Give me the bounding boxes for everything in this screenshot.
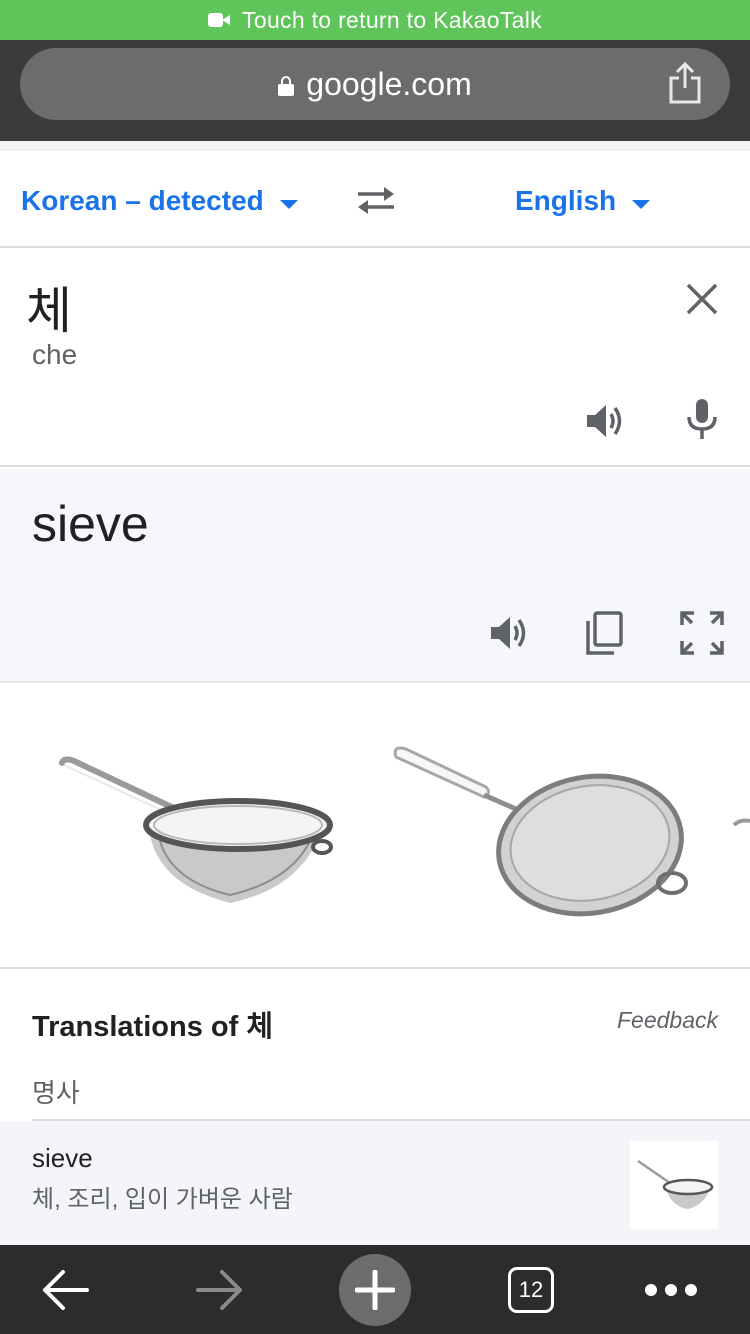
speaker-icon[interactable] bbox=[582, 397, 630, 445]
copy-icon[interactable] bbox=[582, 609, 630, 657]
sieve-image-2[interactable] bbox=[380, 685, 710, 969]
target-language-label: English bbox=[515, 185, 617, 216]
more-menu-button[interactable] bbox=[626, 1245, 716, 1334]
source-text[interactable]: 체 bbox=[26, 271, 72, 343]
image-results-strip bbox=[0, 685, 750, 969]
tabs-button[interactable]: 12 bbox=[486, 1245, 576, 1334]
transliteration: che bbox=[32, 339, 78, 370]
tab-count: 12 bbox=[508, 1266, 554, 1313]
divider-strip bbox=[0, 141, 750, 151]
translation-entry[interactable]: sieve 체, 조리, 입이 가벼운 사람 bbox=[0, 1121, 750, 1245]
swap-arrows-icon[interactable] bbox=[354, 181, 398, 219]
fullscreen-icon[interactable] bbox=[678, 609, 726, 657]
new-tab-button[interactable] bbox=[330, 1245, 420, 1334]
microphone-icon[interactable] bbox=[678, 395, 726, 443]
back-arrow-icon bbox=[43, 1269, 89, 1310]
source-language-select[interactable]: Korean – detected bbox=[21, 185, 298, 217]
url-text: google.com bbox=[306, 65, 472, 102]
translation-synonyms: 체, 조리, 입이 가벼운 사람 bbox=[32, 1186, 293, 1213]
browser-address-area: google.com bbox=[0, 40, 750, 141]
video-camera-icon bbox=[208, 13, 231, 27]
source-input-area[interactable]: 체 che bbox=[0, 249, 750, 467]
forward-button[interactable] bbox=[175, 1245, 265, 1334]
translations-title: Translations of 체 bbox=[32, 1011, 273, 1043]
browser-toolbar: 12 bbox=[0, 1245, 750, 1334]
language-selector-bar: Korean – detected English bbox=[0, 151, 750, 248]
translation-output-area: sieve bbox=[0, 469, 750, 683]
close-icon[interactable] bbox=[678, 275, 726, 323]
speaker-icon[interactable] bbox=[486, 609, 534, 657]
return-to-kakaotalk-banner[interactable]: Touch to return to KakaoTalk bbox=[0, 0, 750, 40]
sieve-image-3-partial[interactable] bbox=[720, 685, 750, 969]
plus-icon bbox=[355, 1269, 395, 1310]
translated-text[interactable]: sieve bbox=[32, 495, 149, 553]
sieve-image-1[interactable] bbox=[40, 685, 370, 969]
lock-icon bbox=[278, 76, 295, 96]
translation-word: sieve bbox=[32, 1143, 93, 1173]
feedback-link[interactable]: Feedback bbox=[617, 1007, 718, 1034]
part-of-speech-label: 명사 bbox=[32, 1078, 80, 1108]
address-bar[interactable]: google.com bbox=[20, 48, 730, 120]
banner-text: Touch to return to KakaoTalk bbox=[242, 6, 542, 33]
translations-section: Translations of 체 Feedback 명사 sieve 체, 조… bbox=[0, 971, 750, 1245]
sieve-thumbnail[interactable] bbox=[630, 1141, 718, 1229]
chevron-down-icon bbox=[279, 199, 298, 209]
target-language-select[interactable]: English bbox=[515, 185, 651, 217]
back-button[interactable] bbox=[20, 1245, 110, 1334]
forward-arrow-icon bbox=[196, 1269, 242, 1310]
share-icon[interactable] bbox=[668, 62, 702, 104]
source-language-label: Korean – detected bbox=[21, 185, 264, 216]
chevron-down-icon bbox=[632, 199, 651, 209]
more-dots-icon bbox=[645, 1283, 697, 1296]
